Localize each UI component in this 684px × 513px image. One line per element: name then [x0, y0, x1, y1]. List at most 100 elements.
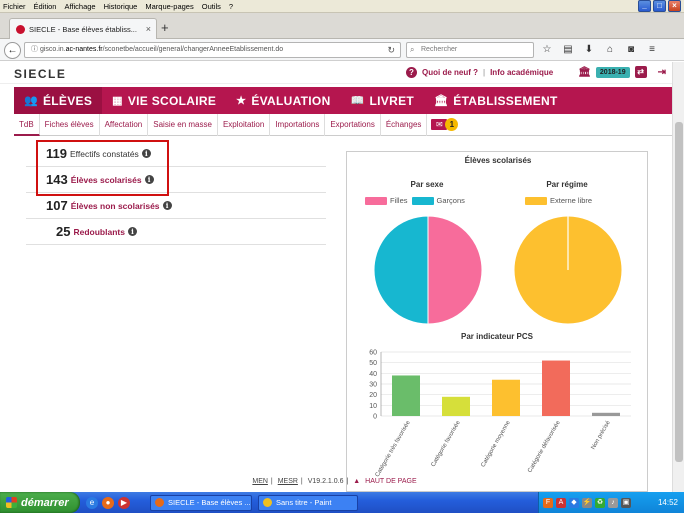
calendar-icon: ▦ [112, 95, 123, 107]
legend-label: Filles [390, 196, 408, 205]
toolbar-icons: ☆ ▤ ⬇ ⌂ ◙ ≡ [540, 42, 659, 58]
taskbar-item-siecle[interactable]: SIECLE - Base élèves ... [150, 494, 252, 511]
search-input[interactable]: ⌕ Rechercher [406, 42, 534, 58]
start-button[interactable]: démarrer [0, 492, 80, 513]
new-tab-button[interactable]: + [161, 20, 169, 35]
footer-mesr-link[interactable]: MESR [278, 478, 298, 485]
close-window-button[interactable]: × [668, 0, 681, 12]
nav-eleves[interactable]: 👥 ÉLÈVES [14, 87, 103, 114]
mail-button[interactable]: ✉ 1 [431, 118, 459, 131]
stat-link[interactable]: Redoublants [73, 227, 124, 237]
logout-icon[interactable]: ⇥ [658, 67, 666, 78]
y-tick-label: 40 [369, 371, 377, 378]
switch-year-icon[interactable]: ⇄ [634, 66, 647, 78]
footer-men-link[interactable]: MEN [252, 478, 268, 485]
tray-icon[interactable]: A [556, 497, 566, 508]
quick-launch: e ● ▶ [86, 496, 130, 509]
menu-bar: Fichier Édition Affichage Historique Mar… [0, 0, 684, 13]
info-icon[interactable]: i [162, 201, 172, 210]
subnav-importations[interactable]: Importations [270, 113, 326, 136]
nav-livret[interactable]: 📖 LIVRET [341, 87, 424, 114]
year-badge[interactable]: 2018-19 [595, 66, 630, 78]
ie-icon[interactable]: e [86, 496, 98, 509]
pie-slice-filles[interactable] [427, 215, 483, 325]
bar-2[interactable] [442, 396, 470, 416]
clock: 14:52 [657, 498, 678, 507]
footer-version: V19.2.1.0.6 [307, 478, 344, 485]
menu-outils[interactable]: Outils [202, 2, 221, 11]
subnav-saisie-en-masse[interactable]: Saisie en masse [148, 113, 218, 136]
tray-icon[interactable]: ▣ [621, 497, 631, 508]
bookmark-star-icon[interactable]: ☆ [540, 42, 554, 58]
sub-nav: TdB Fiches élèves Affectation Saisie en … [14, 113, 672, 136]
nav-evaluation-label: ÉVALUATION [251, 93, 331, 108]
favicon-icon [16, 24, 25, 34]
tab-close-icon[interactable]: × [146, 24, 151, 34]
subnav-exportations[interactable]: Exportations [325, 113, 381, 136]
download-icon[interactable]: ⬇ [582, 42, 596, 58]
menu-affichage[interactable]: Affichage [64, 2, 95, 11]
home-icon[interactable]: ⌂ [603, 42, 617, 58]
chart-title-pcs: Par indicateur PCS [460, 332, 534, 341]
minimize-button[interactable]: _ [638, 0, 651, 12]
y-tick-label: 20 [369, 392, 377, 399]
bar-3[interactable] [492, 379, 520, 416]
taskbar-item-label: Sans titre - Paint [276, 498, 332, 507]
book-icon: 📖 [350, 95, 365, 107]
subnav-echanges[interactable]: Échanges [381, 113, 428, 136]
pie-chart-sexe [373, 215, 483, 325]
y-tick-label: 10 [369, 403, 377, 410]
nav-vie-scolaire[interactable]: ▦ VIE SCOLAIRE [102, 87, 226, 114]
subnav-tdb[interactable]: TdB [14, 113, 40, 136]
search-icon: ⌕ [410, 45, 415, 54]
subnav-affectation[interactable]: Affectation [100, 113, 149, 136]
info-icon[interactable]: i [127, 227, 137, 236]
media-icon[interactable]: ▶ [118, 496, 130, 509]
subnav-fiches-eleves[interactable]: Fiches élèves [40, 113, 100, 136]
menu-help[interactable]: ? [229, 2, 233, 11]
y-tick-label: 0 [373, 414, 377, 421]
bar-5[interactable] [592, 412, 620, 416]
browser-tab-siecle[interactable]: SIECLE - Base élèves établiss... × [9, 18, 157, 39]
hamburger-menu-icon[interactable]: ≡ [645, 42, 659, 58]
nav-etablissement[interactable]: 🏛 ÉTABLISSEMENT [424, 87, 568, 114]
taskbar-item-paint[interactable]: Sans titre - Paint [258, 494, 358, 511]
menu-fichier[interactable]: Fichier [3, 2, 26, 11]
nav-evaluation[interactable]: ★ ÉVALUATION [226, 87, 340, 114]
maximize-button[interactable]: □ [653, 0, 666, 12]
tray-icon[interactable]: ♻ [595, 497, 605, 508]
url-bar[interactable]: ⓘ gisco.in.ac-nantes.fr/sconetbe/accueil… [24, 42, 401, 58]
menu-historique[interactable]: Historique [104, 2, 138, 11]
pie-slice-garçons[interactable] [373, 215, 429, 325]
panel-title: Élèves scolarisés [464, 156, 532, 165]
legend-label: Externe libre [550, 196, 593, 205]
firefox-icon[interactable]: ● [102, 496, 114, 509]
reload-icon[interactable]: ↻ [387, 43, 395, 57]
legend-label: Garçons [436, 196, 465, 205]
scrollbar-thumb[interactable] [675, 122, 683, 462]
siecle-header: SIECLE ? Quoi de neuf ? | Info académiqu… [0, 62, 672, 84]
nav-vie-scolaire-label: VIE SCOLAIRE [127, 93, 217, 108]
bar-1[interactable] [392, 375, 420, 416]
pie-chart-regime [513, 215, 623, 325]
menu-edition[interactable]: Édition [34, 2, 57, 11]
speaker-icon[interactable]: ♪ [608, 497, 618, 508]
school-icon[interactable]: 🏛 [578, 67, 591, 78]
page-scrollbar[interactable] [672, 62, 684, 492]
bar-4[interactable] [542, 360, 570, 416]
url-path: /sconetbe/accueil/general/changerAnneeEt… [102, 46, 284, 53]
academic-info-link[interactable]: Info académique [490, 68, 553, 77]
legend-regime: Externe libre [525, 196, 592, 205]
menu-marque-pages[interactable]: Marque-pages [145, 2, 193, 11]
subnav-exploitation[interactable]: Exploitation [218, 113, 271, 136]
tray-icon[interactable]: ◆ [569, 497, 579, 508]
tray-icon[interactable]: ⚡ [582, 497, 592, 508]
pocket-icon[interactable]: ◙ [624, 42, 638, 58]
stat-link[interactable]: Élèves non scolarisés [71, 201, 160, 211]
whats-new-link[interactable]: Quoi de neuf ? [422, 68, 478, 77]
back-button[interactable]: ← [4, 42, 21, 59]
footer-top-link[interactable]: ▲ HAUT DE PAGE [353, 478, 419, 485]
navigation-bar: ← ⓘ gisco.in.ac-nantes.fr/sconetbe/accue… [0, 39, 684, 61]
tray-icon[interactable]: F [543, 497, 553, 508]
reader-icon[interactable]: ▤ [561, 42, 575, 58]
